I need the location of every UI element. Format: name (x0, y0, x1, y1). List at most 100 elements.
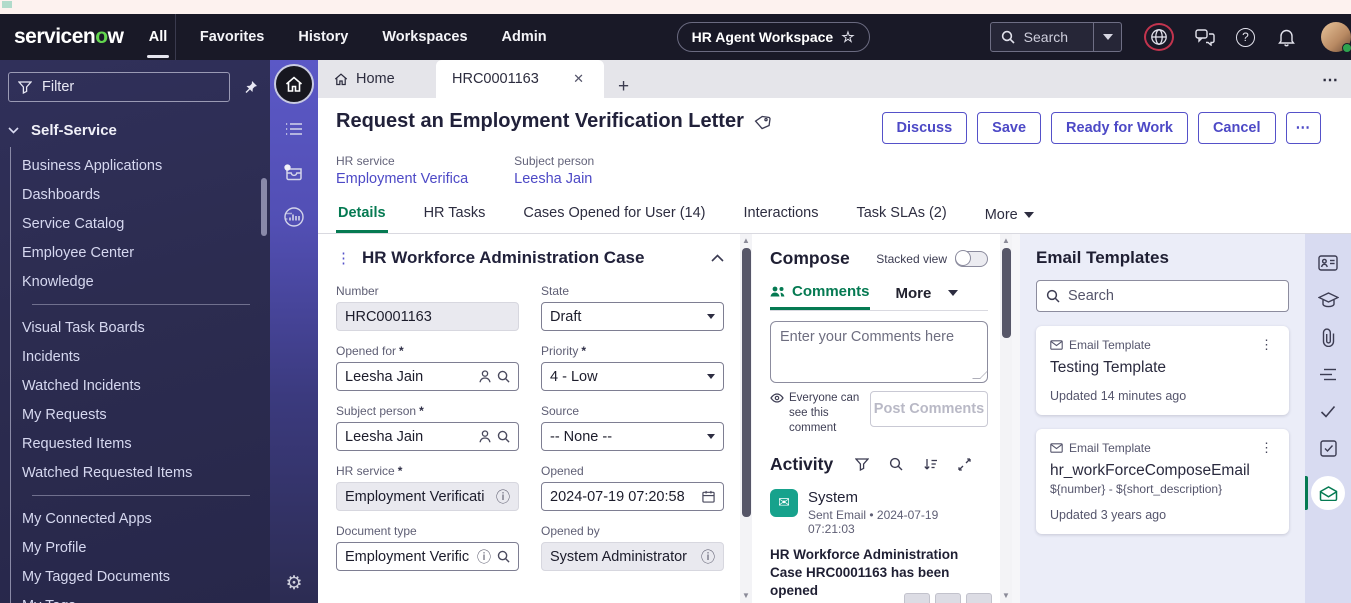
opened-for-input[interactable]: Leesha Jain (336, 362, 519, 391)
state-select[interactable]: Draft (541, 302, 724, 331)
footer-mini-button[interactable] (935, 593, 961, 603)
sidebar-item-incidents[interactable]: Incidents (22, 342, 270, 371)
form-scrollbar[interactable]: ▲ ▼ (740, 234, 752, 603)
tab-interactions[interactable]: Interactions (741, 199, 820, 233)
email-templates-search-input[interactable]: Search (1036, 280, 1289, 312)
email-template-card[interactable]: Email Template ⋮ Testing Template Update… (1036, 326, 1289, 415)
rail-list-icon[interactable] (285, 118, 303, 140)
search-input[interactable]: Search (991, 23, 1093, 51)
activity-search-icon[interactable] (889, 457, 903, 471)
tab-cases-opened-for-user[interactable]: Cases Opened for User (14) (521, 199, 707, 233)
paperclip-icon[interactable] (1321, 326, 1336, 348)
sidebar-item-my-tags[interactable]: My Tags (22, 591, 270, 603)
resize-handle[interactable] (972, 371, 988, 379)
email-templates-rail-active[interactable] (1305, 476, 1351, 510)
nav-favorites[interactable]: Favorites (200, 29, 264, 45)
scroll-up-icon[interactable]: ▲ (742, 236, 750, 246)
compose-scrollbar[interactable]: ▲ ▼ (1000, 234, 1012, 603)
favorite-star-icon[interactable]: ☆ (841, 28, 854, 46)
user-preview-icon[interactable] (479, 430, 491, 443)
all-menu-button[interactable]: All (143, 14, 173, 60)
sidebar-item-my-tagged-documents[interactable]: My Tagged Documents (22, 562, 270, 591)
subject-person-link[interactable]: Leesha Jain (514, 171, 594, 187)
tab-hr-tasks[interactable]: HR Tasks (422, 199, 488, 233)
tab-compose-more[interactable]: More (896, 285, 958, 309)
hr-service-link[interactable]: Employment Verifica (336, 171, 468, 187)
contact-card-icon[interactable] (1318, 252, 1338, 274)
tab-home[interactable]: Home (318, 60, 430, 98)
source-select[interactable]: -- None -- (541, 422, 724, 451)
sidebar-section-self-service[interactable]: Self-Service (0, 112, 270, 147)
comments-textarea[interactable]: Enter your Comments here (770, 321, 988, 383)
sidebar-item-dashboards[interactable]: Dashboards (22, 180, 270, 209)
sidebar-item-business-applications[interactable]: Business Applications (22, 151, 270, 180)
scroll-down-icon[interactable]: ▼ (742, 591, 750, 601)
indented-list-icon[interactable] (1319, 363, 1337, 385)
scroll-down-icon[interactable]: ▼ (1002, 591, 1010, 601)
sidebar-scrollbar[interactable] (261, 178, 267, 236)
workspace-home-button[interactable] (274, 64, 314, 104)
tab-details[interactable]: Details (336, 199, 388, 233)
settings-gear-icon[interactable]: ⚙ (270, 572, 318, 595)
more-actions-button[interactable]: ⋯ (1285, 112, 1321, 144)
logo[interactable]: servicenow (0, 25, 143, 49)
priority-select[interactable]: 4 - Low (541, 362, 724, 391)
tag-icon[interactable] (754, 115, 771, 130)
graduation-cap-icon[interactable] (1317, 289, 1339, 311)
nav-admin[interactable]: Admin (502, 29, 547, 45)
scroll-up-icon[interactable]: ▲ (1002, 236, 1010, 246)
nav-workspaces[interactable]: Workspaces (382, 29, 467, 45)
activity-expand-icon[interactable] (958, 458, 971, 471)
search-scope-dropdown[interactable] (1093, 23, 1121, 51)
sidebar-item-requested-items[interactable]: Requested Items (22, 429, 270, 458)
sidebar-item-my-connected-apps[interactable]: My Connected Apps (22, 504, 270, 533)
tabstrip-more-button[interactable]: ⋯ (1322, 70, 1339, 90)
calendar-icon[interactable] (702, 490, 715, 503)
help-icon[interactable]: ? (1236, 27, 1255, 47)
scrollbar-thumb[interactable] (741, 248, 751, 518)
footer-mini-button[interactable] (904, 593, 930, 603)
sidebar-item-watched-requested-items[interactable]: Watched Requested Items (22, 458, 270, 487)
save-button[interactable]: Save (977, 112, 1042, 144)
sidebar-item-service-catalog[interactable]: Service Catalog (22, 209, 270, 238)
filter-input[interactable]: Filter (8, 72, 230, 102)
close-tab-icon[interactable]: ✕ (569, 69, 588, 89)
notifications-bell-icon[interactable] (1275, 26, 1297, 48)
tab-record-active[interactable]: HRC0001163 ✕ (436, 60, 604, 98)
activity-sort-icon[interactable] (923, 458, 938, 471)
tab-comments[interactable]: Comments (770, 283, 870, 310)
workspace-pill[interactable]: HR Agent Workspace ☆ (676, 22, 870, 52)
activity-filter-icon[interactable] (855, 458, 870, 471)
info-icon[interactable]: ⓘ (477, 547, 491, 567)
reference-lookup-icon[interactable] (497, 370, 510, 383)
chat-icon[interactable] (1194, 26, 1216, 48)
ready-for-work-button[interactable]: Ready for Work (1051, 112, 1188, 144)
rail-inbox-icon[interactable] (283, 162, 305, 184)
sidebar-item-watched-incidents[interactable]: Watched Incidents (22, 371, 270, 400)
subject-person-input[interactable]: Leesha Jain (336, 422, 519, 451)
user-avatar[interactable] (1321, 22, 1351, 53)
cancel-button[interactable]: Cancel (1197, 112, 1276, 144)
footer-mini-button[interactable] (966, 593, 992, 603)
checkbox-icon[interactable] (1319, 437, 1337, 459)
drag-handle-icon[interactable]: ⋮ (336, 249, 351, 267)
reference-lookup-icon[interactable] (497, 430, 510, 443)
info-icon[interactable]: ⓘ (496, 487, 510, 507)
post-comments-button[interactable]: Post Comments (870, 391, 988, 427)
sidebar-item-my-requests[interactable]: My Requests (22, 400, 270, 429)
tab-task-slas[interactable]: Task SLAs (2) (854, 199, 948, 233)
add-tab-button[interactable]: + (604, 76, 643, 98)
discuss-button[interactable]: Discuss (881, 112, 968, 144)
sidebar-item-knowledge[interactable]: Knowledge (22, 267, 270, 296)
user-preview-icon[interactable] (479, 370, 491, 383)
info-icon[interactable]: ⓘ (701, 547, 715, 567)
rail-analytics-globe-icon[interactable] (283, 206, 305, 228)
reference-lookup-icon[interactable] (497, 550, 510, 563)
opened-datetime-input[interactable]: 2024-07-19 07:20:58 (541, 482, 724, 511)
sidebar-item-visual-task-boards[interactable]: Visual Task Boards (22, 313, 270, 342)
collapse-section-icon[interactable] (711, 254, 724, 262)
stacked-view-toggle[interactable] (955, 250, 988, 267)
card-menu-icon[interactable]: ⋮ (1258, 337, 1275, 353)
checkmark-icon[interactable] (1320, 400, 1336, 422)
nav-history[interactable]: History (298, 29, 348, 45)
